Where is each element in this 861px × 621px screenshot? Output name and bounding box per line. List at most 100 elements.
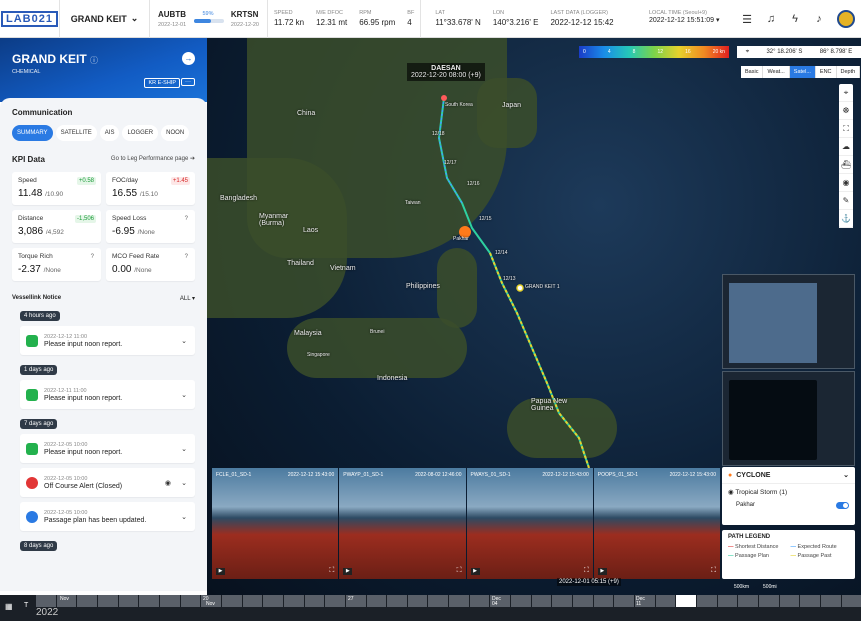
tab-satellite[interactable]: SATELLITE <box>55 125 97 141</box>
app-logo[interactable]: LAB021 <box>0 0 60 38</box>
list-item[interactable]: 2022-12-11 11:00 Please input noon report… <box>20 380 195 409</box>
fullscreen-icon[interactable]: ⛶ <box>711 567 716 575</box>
track-date: 12/14 <box>495 250 508 256</box>
tick <box>511 595 531 607</box>
fullscreen-icon[interactable]: ⛶ <box>584 567 589 575</box>
wheel-icon[interactable]: ☸ <box>839 102 853 120</box>
ship-tag-button[interactable]: KR E-SHIP <box>144 78 180 88</box>
play-icon[interactable]: ▶ <box>597 568 607 575</box>
eye-icon[interactable]: ◉ <box>165 479 171 487</box>
map-label-singapore: Singapore <box>307 352 330 358</box>
tick <box>118 595 139 607</box>
camera-name: FCLE_01_SD-1 <box>216 472 252 478</box>
storm-toggle[interactable] <box>836 502 849 509</box>
kpi-value: 0.00 <box>112 264 132 275</box>
chevron-down-icon[interactable]: ⌄ <box>181 479 187 487</box>
kpi-card-distance: Distance 3,086 /4,592 -1,506 <box>12 210 101 243</box>
map-label-indonesia: Indonesia <box>377 375 408 382</box>
info-icon[interactable]: ⓘ <box>90 56 98 65</box>
lightning-icon[interactable]: ϟ <box>783 0 807 38</box>
kpi-target: /None <box>134 267 152 274</box>
pin-icon[interactable]: ⌖ <box>839 84 853 102</box>
fullscreen-icon[interactable]: ⛶ <box>457 567 462 575</box>
legend-title: PATH LEGEND <box>728 534 771 540</box>
ship-marker[interactable] <box>516 284 524 292</box>
help-icon[interactable]: ? <box>183 215 190 223</box>
kpi-card-foc: FOC/day 16.55 /15.10 +1.45 <box>106 172 195 205</box>
kpi-value: -2.37 <box>18 264 41 275</box>
more-button[interactable]: ··· <box>181 78 195 86</box>
arrow-right-icon[interactable]: → <box>182 52 195 65</box>
chevron-down-icon[interactable]: ⌄ <box>181 391 187 399</box>
tick <box>758 595 779 607</box>
storm-count: (1) <box>779 489 788 496</box>
avatar[interactable] <box>837 10 855 28</box>
fullscreen-icon[interactable]: ⛶ <box>329 567 334 575</box>
stat-label: BF <box>407 10 415 16</box>
timeline-year: 2022 <box>36 607 59 618</box>
list-item[interactable]: 2022-12-05 10:00 Please input noon report… <box>20 434 195 463</box>
chevron-down-icon[interactable]: ⌄ <box>181 513 187 521</box>
chevron-down-icon[interactable]: ⌄ <box>181 337 187 345</box>
tab-summary[interactable]: SUMMARY <box>12 125 53 141</box>
play-icon[interactable]: ▶ <box>470 568 480 575</box>
tab-enc[interactable]: ENC <box>815 66 837 78</box>
tab-logger[interactable]: LOGGER <box>122 125 159 141</box>
tick <box>428 595 449 607</box>
list-item[interactable]: 2022-12-05 10:00 Passage plan has been up… <box>20 502 195 531</box>
help-icon[interactable]: ? <box>89 253 96 261</box>
headset-icon[interactable]: ♫ <box>759 0 783 38</box>
timeline-toggle[interactable]: T <box>24 602 28 609</box>
current-time-label: 2022-12-01 05:15 (+9) <box>557 578 621 586</box>
camera-feed[interactable]: POOPS_01_SD-1 2022-12-12 15:43:00 ▶ ⛶ <box>593 468 720 579</box>
map-label-bangladesh: Bangladesh <box>220 195 257 202</box>
camera-feed[interactable]: PWAYP_01_SD-1 2022-08-02 12:46:00 ▶ ⛶ <box>339 468 466 579</box>
play-icon[interactable]: ▶ <box>343 568 353 575</box>
camera-feed[interactable]: FCLE_01_SD-1 2022-12-12 15:43:00 ▶ ⛶ <box>212 468 339 579</box>
alert-icon <box>26 476 38 489</box>
tab-ais[interactable]: AIS <box>99 125 120 141</box>
tab-depth[interactable]: Depth <box>836 66 861 78</box>
tab-noon[interactable]: NOON <box>161 125 190 141</box>
bell-icon[interactable]: ♪ <box>807 0 831 38</box>
destination-marker[interactable] <box>441 95 447 101</box>
tab-basic[interactable]: Basic <box>741 66 764 78</box>
local-time[interactable]: LOCAL TIME (Seoul+9) 2022-12-12 15:51:09 … <box>649 10 719 24</box>
tick <box>552 595 573 607</box>
leg-performance-link[interactable]: Go to Leg Performance page ➔ <box>111 155 195 164</box>
chevron-down-icon[interactable]: ⌄ <box>181 445 187 453</box>
stat-value: 66.95 rpm <box>359 18 396 27</box>
anchor-icon[interactable]: ⚓ <box>839 210 853 228</box>
map-label-laos: Laos <box>303 227 319 234</box>
camera-feed[interactable]: PWAYS_01_SD-1 2022-12-12 15:43:00 ▶ ⛶ <box>466 468 593 579</box>
timeline-day: 27 <box>348 596 354 602</box>
server-icon[interactable]: ☰ <box>735 0 759 38</box>
radar-panel[interactable] <box>722 371 855 466</box>
legend-item: — Expected Route <box>790 544 837 550</box>
ship-selector[interactable]: GRAND KEIT ⌄ <box>60 0 150 38</box>
timeline-bar[interactable]: ▦ T Nov 20 Nov 27 Dec 04 Dec 11 2022 <box>0 595 861 621</box>
cloud-icon[interactable]: ☁ <box>839 138 853 156</box>
tick-current[interactable] <box>676 595 696 607</box>
map-view[interactable]: DAESAN 2022-12-20 08:00 (+9) China Japan … <box>207 38 861 595</box>
list-item[interactable]: 2022-12-05 10:00 Off Course Alert (Closed… <box>20 468 195 497</box>
time-ago-badge: 4 hours ago <box>20 311 60 321</box>
ruler-icon[interactable]: ✎ <box>839 192 853 210</box>
help-icon[interactable]: ? <box>183 253 190 261</box>
eye-icon[interactable]: ◉ <box>839 174 853 192</box>
tick <box>407 595 428 607</box>
scale-mi: 500mi <box>763 584 777 590</box>
tab-weather[interactable]: Weat... <box>763 66 790 78</box>
frame-icon[interactable]: ⛶ <box>839 120 853 138</box>
ship-icon[interactable]: ⛴ <box>839 156 853 174</box>
calendar-icon[interactable]: ▦ <box>5 602 13 611</box>
tick <box>593 595 614 607</box>
coord-lon: 86° 8.798' E <box>819 49 853 55</box>
ecdis-panel[interactable] <box>722 274 855 369</box>
list-item[interactable]: 2022-12-12 11:00 Please input noon report… <box>20 326 195 355</box>
chevron-down-icon[interactable]: ⌄ <box>843 471 849 479</box>
notice-filter[interactable]: ALL ▾ <box>180 295 195 302</box>
play-icon[interactable]: ▶ <box>216 568 225 575</box>
tab-satellite[interactable]: Satel... <box>789 66 816 78</box>
kpi-title: MCO Feed Rate <box>112 253 160 260</box>
